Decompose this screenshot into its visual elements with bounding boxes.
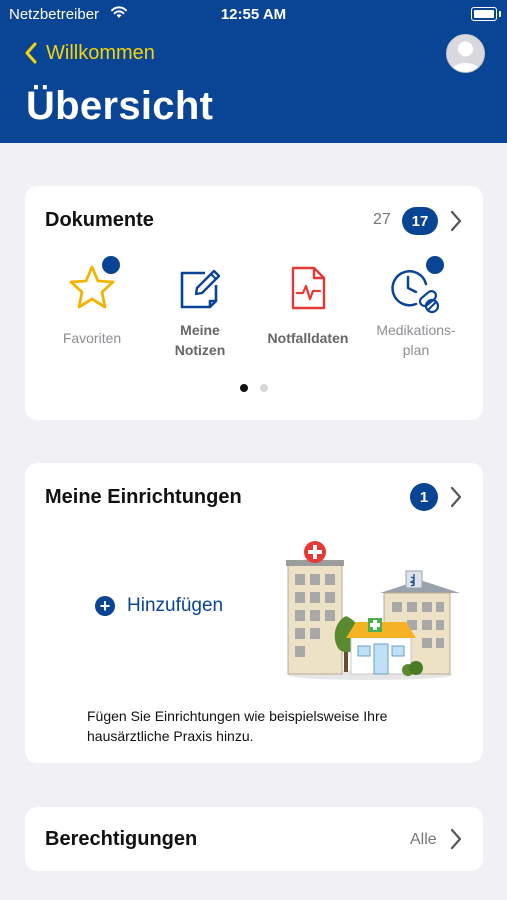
- battery-icon: [471, 7, 501, 21]
- permissions-card[interactable]: Berechtigungen Alle: [25, 807, 483, 871]
- documents-card: Dokumente 27 17 Favoriten Meine Notizen: [25, 186, 483, 420]
- back-label: Willkommen: [46, 41, 155, 64]
- back-button[interactable]: Willkommen: [24, 38, 155, 68]
- medical-buildings-illustration: [286, 541, 460, 680]
- clock: 12:55 AM: [220, 6, 287, 23]
- page-dot-active: [240, 384, 248, 392]
- note-edit-icon: [180, 269, 221, 309]
- permissions-title: Berechtigungen: [45, 828, 198, 850]
- favorites-item[interactable]: Favoriten: [37, 254, 147, 348]
- notes-item[interactable]: Meine Notizen: [145, 258, 255, 360]
- avatar[interactable]: [446, 34, 485, 73]
- emergency-data-label: Notfalldaten: [267, 330, 349, 346]
- plus-circle-icon: +: [95, 596, 115, 616]
- new-indicator-dot: [424, 254, 446, 276]
- favorites-label: Favoriten: [62, 330, 122, 346]
- medication-plan-label: Medikations- plan: [376, 322, 456, 358]
- emergency-data-item[interactable]: Notfalldaten: [253, 258, 363, 348]
- status-bar: Netzbetreiber 12:55 AM: [0, 0, 507, 30]
- page-dot: [260, 384, 268, 392]
- add-facility-label: Hinzufügen: [127, 595, 224, 616]
- page-title: Übersicht: [26, 84, 214, 128]
- person-icon: [451, 41, 480, 72]
- facilities-count-badge: 1: [410, 483, 438, 511]
- new-indicator-dot: [100, 254, 122, 276]
- page-indicator[interactable]: [25, 384, 483, 392]
- add-facility-button[interactable]: + Hinzufügen: [95, 595, 223, 617]
- medication-plan-item[interactable]: Medikations- plan: [361, 254, 471, 360]
- facilities-hint-text: Fügen Sie Einrichtungen wie beispielswei…: [87, 708, 388, 744]
- facilities-card: Meine Einrichtungen 1 + Hinzufügen Fügen…: [25, 463, 483, 763]
- documents-new-badge: 17: [402, 207, 438, 235]
- chevron-right-icon[interactable]: [450, 210, 462, 232]
- documents-title: Dokumente: [45, 209, 154, 231]
- chevron-right-icon[interactable]: [450, 828, 462, 850]
- documents-total-count: 27: [373, 211, 391, 228]
- chevron-right-icon[interactable]: [450, 486, 462, 508]
- notes-label: Meine Notizen: [174, 322, 226, 358]
- emergency-document-icon: [291, 266, 326, 310]
- facilities-title: Meine Einrichtungen: [45, 486, 242, 508]
- navigation-header: Netzbetreiber 12:55 AM Willkommen Übersi…: [0, 0, 507, 143]
- permissions-filter-label: Alle: [410, 831, 437, 848]
- chevron-left-icon: [25, 42, 37, 64]
